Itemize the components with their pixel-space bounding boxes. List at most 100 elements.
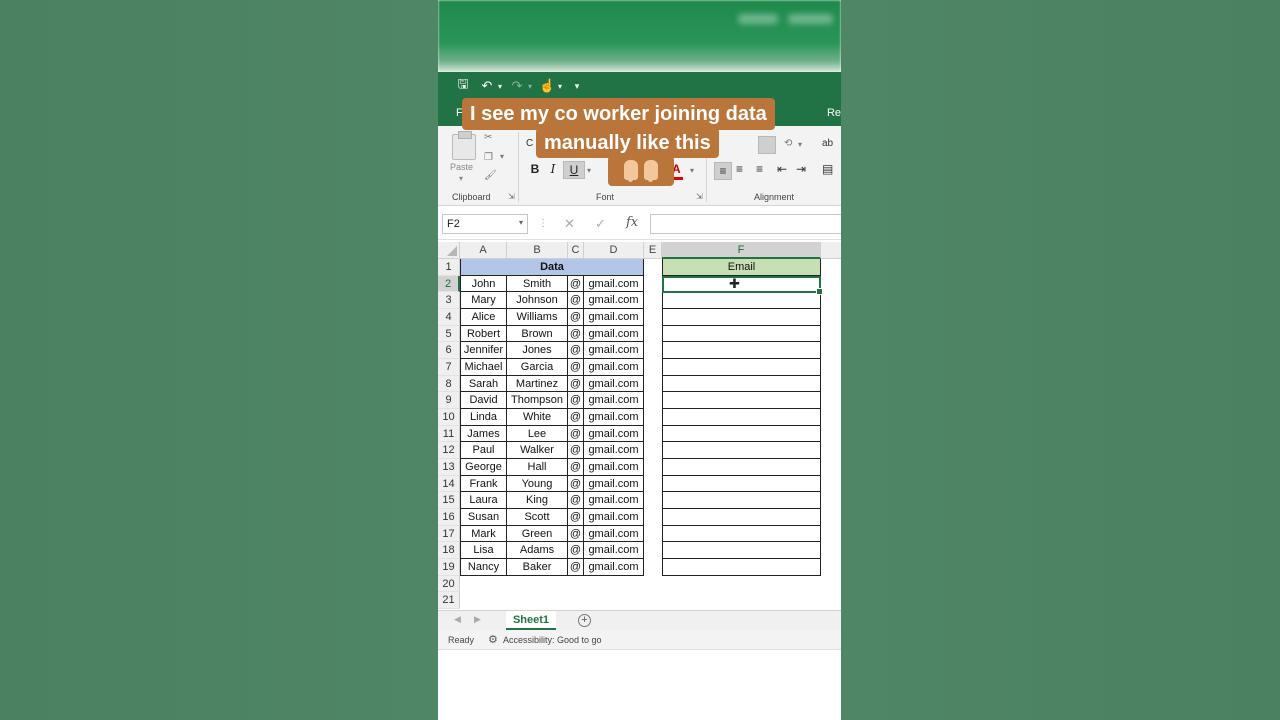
paste-dropdown-icon[interactable]: ▾ — [459, 174, 463, 183]
redo-icon[interactable]: ↷ — [508, 77, 526, 95]
cell-a7[interactable]: Michael — [460, 359, 507, 376]
cell-d16[interactable]: gmail.com — [584, 509, 644, 526]
cell-c3[interactable]: @ — [568, 292, 584, 309]
cell-d19[interactable]: gmail.com — [584, 559, 644, 576]
paste-button-label[interactable]: Paste — [450, 162, 473, 172]
cell-d13[interactable]: gmail.com — [584, 459, 644, 476]
align-left-button[interactable]: ≡ — [714, 162, 732, 180]
row-header-14[interactable]: 14 — [438, 475, 460, 493]
cell-c13[interactable]: @ — [568, 459, 584, 476]
cell-f7[interactable] — [662, 359, 821, 376]
cell-f3[interactable] — [662, 292, 821, 309]
cell-b4[interactable]: Williams — [507, 309, 568, 326]
cell-b9[interactable]: Thompson — [507, 392, 568, 410]
cell-b11[interactable]: Lee — [507, 425, 568, 443]
name-box[interactable]: F2 ▾ — [442, 214, 528, 234]
cell-b2[interactable]: Smith — [507, 275, 568, 293]
cell-a3[interactable]: Mary — [460, 292, 507, 309]
cell-c9[interactable]: @ — [568, 392, 584, 410]
row-header-11[interactable]: 11 — [438, 425, 460, 443]
cell-b18[interactable]: Adams — [507, 542, 568, 560]
row-header-17[interactable]: 17 — [438, 525, 460, 543]
insert-function-icon[interactable]: fx — [626, 215, 638, 230]
cell-b12[interactable]: Walker — [507, 442, 568, 460]
italic-button[interactable]: I — [545, 162, 561, 176]
add-sheet-icon[interactable]: + — [578, 614, 591, 627]
cell-f18[interactable] — [662, 542, 821, 560]
cell-d2[interactable]: gmail.com — [584, 275, 644, 293]
cell-b3[interactable]: Johnson — [507, 292, 568, 309]
cell-c8[interactable]: @ — [568, 375, 584, 393]
underline-dropdown-icon[interactable]: ▾ — [587, 166, 591, 175]
row-header-18[interactable]: 18 — [438, 542, 460, 560]
row-header-20[interactable]: 20 — [438, 575, 460, 593]
email-header-cell[interactable]: Email — [662, 259, 821, 276]
decrease-indent-icon[interactable]: ⇤ — [777, 162, 787, 176]
font-launcher-icon[interactable]: ⇲ — [696, 192, 703, 201]
cell-a14[interactable]: Frank — [460, 475, 507, 493]
cell-a8[interactable]: Sarah — [460, 375, 507, 393]
touch-mode-dropdown-icon[interactable]: ▾ — [558, 82, 562, 91]
cell-b7[interactable]: Garcia — [507, 359, 568, 376]
sheet-tab-sheet1[interactable]: Sheet1 — [506, 611, 556, 630]
font-color-dropdown-icon[interactable]: ▾ — [690, 166, 694, 175]
cell-b5[interactable]: Brown — [507, 325, 568, 343]
cell-a16[interactable]: Susan — [460, 509, 507, 526]
wrap-text-icon[interactable]: ab — [822, 138, 833, 149]
cell-c10[interactable]: @ — [568, 409, 584, 426]
cell-f15[interactable] — [662, 492, 821, 510]
cell-d3[interactable]: gmail.com — [584, 292, 644, 309]
cell-d9[interactable]: gmail.com — [584, 392, 644, 410]
selected-cell-f2[interactable] — [662, 275, 823, 295]
cell-c11[interactable]: @ — [568, 425, 584, 443]
cell-f10[interactable] — [662, 409, 821, 426]
font-name-box[interactable]: C — [526, 138, 533, 149]
cell-a6[interactable]: Jennifer — [460, 342, 507, 359]
row-header-13[interactable]: 13 — [438, 459, 460, 476]
row-header-15[interactable]: 15 — [438, 492, 460, 510]
cell-c14[interactable]: @ — [568, 475, 584, 493]
row-header-12[interactable]: 12 — [438, 442, 460, 460]
column-header-a[interactable]: A — [460, 242, 507, 259]
cell-d4[interactable]: gmail.com — [584, 309, 644, 326]
row-header-6[interactable]: 6 — [438, 342, 460, 359]
tab-review[interactable]: Re — [827, 107, 841, 119]
spreadsheet-grid[interactable]: A B C D E F 1 2 3 4 5 6 7 8 9 10 11 12 13 14 15 16 17 18 19 20 21 D… — [438, 242, 841, 610]
cell-f11[interactable] — [662, 425, 821, 443]
more-options-icon[interactable]: ⋮ — [538, 218, 548, 229]
cell-c6[interactable]: @ — [568, 342, 584, 359]
column-header-c[interactable]: C — [568, 242, 584, 259]
save-icon[interactable]: 🖫 — [454, 76, 472, 95]
copy-dropdown-icon[interactable]: ▾ — [500, 152, 504, 161]
column-header-b[interactable]: B — [507, 242, 568, 259]
cell-a13[interactable]: George — [460, 459, 507, 476]
cell-c15[interactable]: @ — [568, 492, 584, 510]
row-header-3[interactable]: 3 — [438, 292, 460, 309]
cell-b10[interactable]: White — [507, 409, 568, 426]
cell-d18[interactable]: gmail.com — [584, 542, 644, 560]
undo-icon[interactable]: ↶ — [478, 77, 496, 95]
align-center-icon[interactable]: ≡ — [736, 162, 743, 176]
row-header-1[interactable]: 1 — [438, 259, 460, 276]
cell-b15[interactable]: King — [507, 492, 568, 510]
cell-c12[interactable]: @ — [568, 442, 584, 460]
column-header-d[interactable]: D — [584, 242, 644, 259]
cell-c4[interactable]: @ — [568, 309, 584, 326]
cell-a12[interactable]: Paul — [460, 442, 507, 460]
cell-c2[interactable]: @ — [568, 275, 584, 293]
cell-a18[interactable]: Lisa — [460, 542, 507, 560]
cell-f17[interactable] — [662, 525, 821, 543]
column-header-e[interactable]: E — [644, 242, 662, 259]
copy-icon[interactable]: ❐ — [484, 152, 493, 163]
align-right-icon[interactable]: ≡ — [756, 162, 763, 176]
scroll-sheets-left-icon[interactable]: ◀ — [454, 614, 461, 625]
row-header-8[interactable]: 8 — [438, 375, 460, 393]
accessibility-icon[interactable]: ⚙ — [488, 633, 498, 646]
cell-f16[interactable] — [662, 509, 821, 526]
cell-f6[interactable] — [662, 342, 821, 359]
cell-b14[interactable]: Young — [507, 475, 568, 493]
cell-c5[interactable]: @ — [568, 325, 584, 343]
name-box-dropdown-icon[interactable]: ▾ — [519, 218, 523, 227]
row-header-5[interactable]: 5 — [438, 325, 460, 343]
cell-a17[interactable]: Mark — [460, 525, 507, 543]
